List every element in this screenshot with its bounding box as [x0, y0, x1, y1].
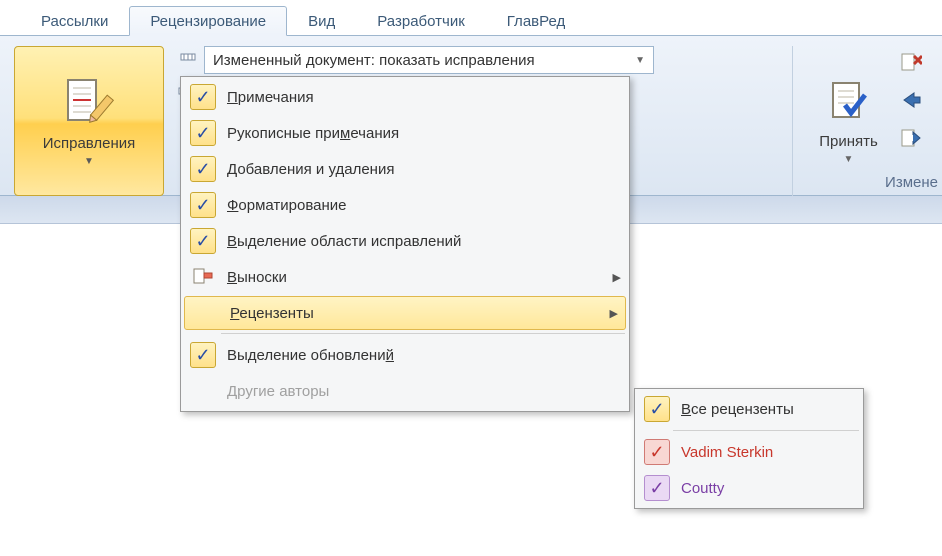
checkmark-icon: ✓	[190, 120, 216, 146]
menu-item-label: Выделение области исправлений	[227, 233, 621, 250]
menu-item-insertions-deletions[interactable]: ✓ Добавления и удаления	[181, 151, 629, 187]
submenu-item-label: Coutty	[681, 480, 855, 497]
chevron-down-icon: ▼	[844, 154, 854, 165]
ruler-icon[interactable]	[178, 46, 198, 66]
checkmark-icon: ✓	[190, 342, 216, 368]
show-markup-menu: ✓ Примечания ✓ Рукописные примечания ✓ Д…	[180, 76, 630, 412]
track-changes-button[interactable]: Исправления ▼	[14, 46, 164, 196]
submenu-item-reviewer-1[interactable]: ✓ Vadim Sterkin	[635, 434, 863, 470]
menu-item-label: Форматирование	[227, 197, 621, 214]
menu-item-comments[interactable]: ✓ Примечания	[181, 79, 629, 115]
tab-developer[interactable]: Разработчик	[356, 6, 485, 35]
previous-change-icon[interactable]	[900, 88, 942, 112]
tab-review[interactable]: Рецензирование	[129, 6, 287, 36]
next-change-icon[interactable]	[900, 126, 942, 150]
menu-item-label: Примечания	[227, 89, 621, 106]
checkmark-icon: ✓	[644, 439, 670, 465]
menu-item-label: Выделение обновлений	[227, 347, 621, 364]
menu-item-balloons[interactable]: Выноски ▶	[181, 259, 629, 295]
changes-right-column	[900, 46, 942, 150]
tab-glavred[interactable]: ГлавРед	[486, 6, 586, 35]
display-for-review-row: Измененный документ: показать исправлени…	[204, 46, 654, 74]
accept-button[interactable]: Принять ▼	[792, 46, 892, 196]
menu-separator	[673, 430, 859, 431]
checkmark-icon: ✓	[190, 84, 216, 110]
reviewers-submenu: ✓ Все рецензенты ✓ Vadim Sterkin ✓ Coutt…	[634, 388, 864, 509]
document-pencil-icon	[59, 75, 119, 131]
submenu-item-reviewer-2[interactable]: ✓ Coutty	[635, 470, 863, 506]
menu-item-markup-area-highlight[interactable]: ✓ Выделение области исправлений	[181, 223, 629, 259]
menu-item-reviewers[interactable]: Рецензенты ▶	[184, 296, 626, 330]
checkmark-icon: ✓	[190, 228, 216, 254]
menu-item-formatting[interactable]: ✓ Форматирование	[181, 187, 629, 223]
menu-separator	[221, 333, 625, 334]
accept-label: Принять	[819, 133, 878, 150]
menu-item-label: Рецензенты	[230, 305, 600, 322]
ribbon-tabs: Рассылки Рецензирование Вид Разработчик …	[0, 0, 942, 36]
track-changes-label: Исправления	[43, 135, 136, 152]
chevron-down-icon: ▼	[84, 156, 94, 167]
checkmark-icon: ✓	[190, 192, 216, 218]
display-for-review-value: Измененный документ: показать исправлени…	[213, 52, 535, 69]
tab-mailings[interactable]: Рассылки	[20, 6, 129, 35]
menu-item-label: Другие авторы	[227, 383, 621, 400]
reject-icon[interactable]	[900, 50, 942, 74]
submenu-item-label: Все рецензенты	[681, 401, 855, 418]
menu-item-label: Добавления и удаления	[227, 161, 621, 178]
balloon-icon	[190, 264, 216, 290]
display-for-review-combo[interactable]: Измененный документ: показать исправлени…	[204, 46, 654, 74]
menu-item-label: Выноски	[227, 269, 603, 286]
tracking-small-icons	[178, 46, 198, 66]
checkmark-icon: ✓	[644, 475, 670, 501]
submenu-item-label: Vadim Sterkin	[681, 444, 855, 461]
menu-item-label: Рукописные примечания	[227, 125, 621, 142]
menu-item-highlight-updates[interactable]: ✓ Выделение обновлений	[181, 337, 629, 373]
accept-icon	[825, 77, 873, 129]
checkmark-icon: ✓	[644, 396, 670, 422]
menu-item-ink[interactable]: ✓ Рукописные примечания	[181, 115, 629, 151]
tab-view[interactable]: Вид	[287, 6, 356, 35]
chevron-down-icon: ▼	[635, 55, 645, 66]
submenu-arrow-icon: ▶	[610, 307, 618, 320]
menu-item-other-authors: Другие авторы	[181, 373, 629, 409]
group-label-changes: Измене	[885, 174, 938, 191]
submenu-arrow-icon: ▶	[613, 271, 621, 284]
checkmark-icon: ✓	[190, 156, 216, 182]
submenu-item-all-reviewers[interactable]: ✓ Все рецензенты	[635, 391, 863, 427]
